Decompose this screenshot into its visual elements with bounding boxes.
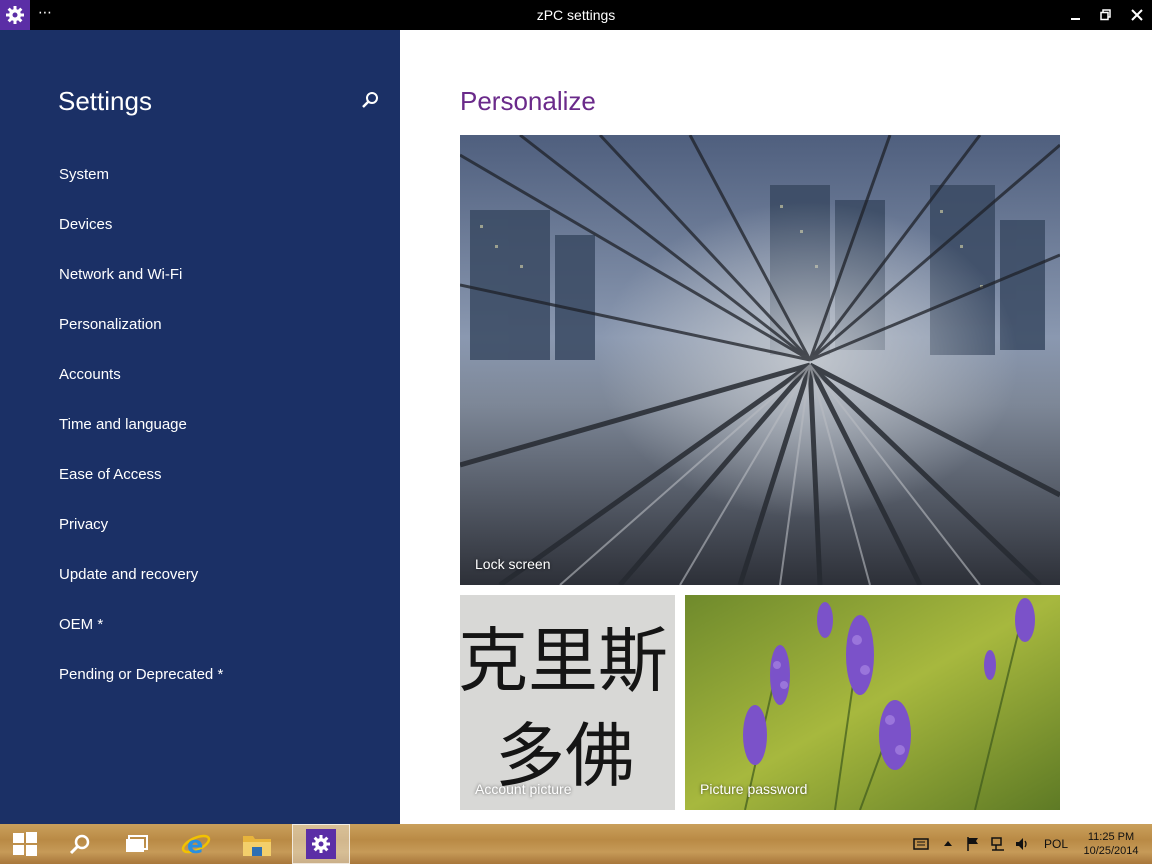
internet-explorer-button[interactable]: e (168, 824, 224, 864)
lock-screen-label: Lock screen (475, 556, 551, 572)
title-bar: ⋯ zPC settings (0, 0, 1152, 30)
touch-keyboard-icon[interactable] (913, 836, 929, 852)
chevron-up-icon[interactable] (940, 836, 956, 852)
search-button[interactable] (360, 90, 380, 110)
picture-password-image (685, 595, 1060, 810)
task-view-button[interactable] (109, 824, 165, 864)
clock-time: 11:25 PM (1087, 831, 1135, 843)
sidebar-title: Settings (58, 86, 152, 116)
taskbar-search-button[interactable] (52, 824, 108, 864)
sidebar-item-oem[interactable]: OEM * (59, 614, 223, 664)
volume-icon[interactable] (1014, 836, 1030, 852)
sidebar-item-time-language[interactable]: Time and language (59, 414, 223, 464)
lock-screen-image (460, 135, 1060, 585)
settings-nav: System Devices Network and Wi-Fi Persona… (59, 164, 223, 714)
search-icon (69, 834, 90, 855)
main-content: Personalize Lock screen 克里斯 多佛 Account p… (400, 30, 1152, 824)
clock[interactable]: 11:25 PM 10/25/2014 (1076, 830, 1146, 858)
network-icon[interactable] (990, 836, 1006, 852)
internet-explorer-icon: e (181, 831, 211, 859)
sidebar-item-privacy[interactable]: Privacy (59, 514, 223, 564)
close-icon (1131, 9, 1143, 21)
sidebar-item-system[interactable]: System (59, 164, 223, 214)
file-explorer-button[interactable] (229, 824, 285, 864)
minimize-icon (1071, 18, 1080, 20)
gear-icon (306, 829, 336, 859)
clock-date: 10/25/2014 (1083, 845, 1139, 857)
taskbar: e POL 11:25 PM 10/25/2014 (0, 824, 1152, 864)
sidebar-item-pending-deprecated[interactable]: Pending or Deprecated * (59, 664, 223, 714)
picture-password-label: Picture password (700, 781, 808, 797)
input-language-indicator[interactable]: POL (1044, 837, 1068, 851)
restore-icon (1100, 9, 1111, 21)
close-button[interactable] (1122, 0, 1152, 30)
folder-icon (243, 836, 271, 856)
sidebar-item-personalization[interactable]: Personalization (59, 314, 223, 364)
sidebar-item-update-recovery[interactable]: Update and recovery (59, 564, 223, 614)
sidebar-item-ease-of-access[interactable]: Ease of Access (59, 464, 223, 514)
settings-sidebar: Settings System Devices Network and Wi-F… (0, 30, 400, 824)
windows-logo-icon (13, 832, 37, 856)
start-button[interactable] (0, 824, 50, 864)
page-title: Personalize (460, 86, 596, 116)
sidebar-item-network[interactable]: Network and Wi-Fi (59, 264, 223, 314)
sidebar-item-accounts[interactable]: Accounts (59, 364, 223, 414)
account-picture-tile[interactable]: 克里斯 多佛 Account picture (460, 595, 675, 810)
svg-text:e: e (187, 831, 203, 859)
settings-taskbar-button[interactable] (292, 824, 350, 864)
minimize-button[interactable] (1061, 0, 1091, 30)
task-view-icon (126, 835, 148, 852)
account-picture-image: 克里斯 多佛 (460, 595, 675, 810)
restore-button[interactable] (1091, 0, 1121, 30)
window-title: zPC settings (536, 7, 616, 23)
search-icon (362, 92, 378, 108)
account-picture-label: Account picture (475, 781, 572, 797)
sidebar-item-devices[interactable]: Devices (59, 214, 223, 264)
action-center-flag-icon[interactable] (965, 836, 981, 852)
picture-password-tile[interactable]: Picture password (685, 595, 1060, 810)
lock-screen-tile[interactable]: Lock screen (460, 135, 1060, 585)
svg-text:克里斯: 克里斯 (460, 620, 668, 702)
